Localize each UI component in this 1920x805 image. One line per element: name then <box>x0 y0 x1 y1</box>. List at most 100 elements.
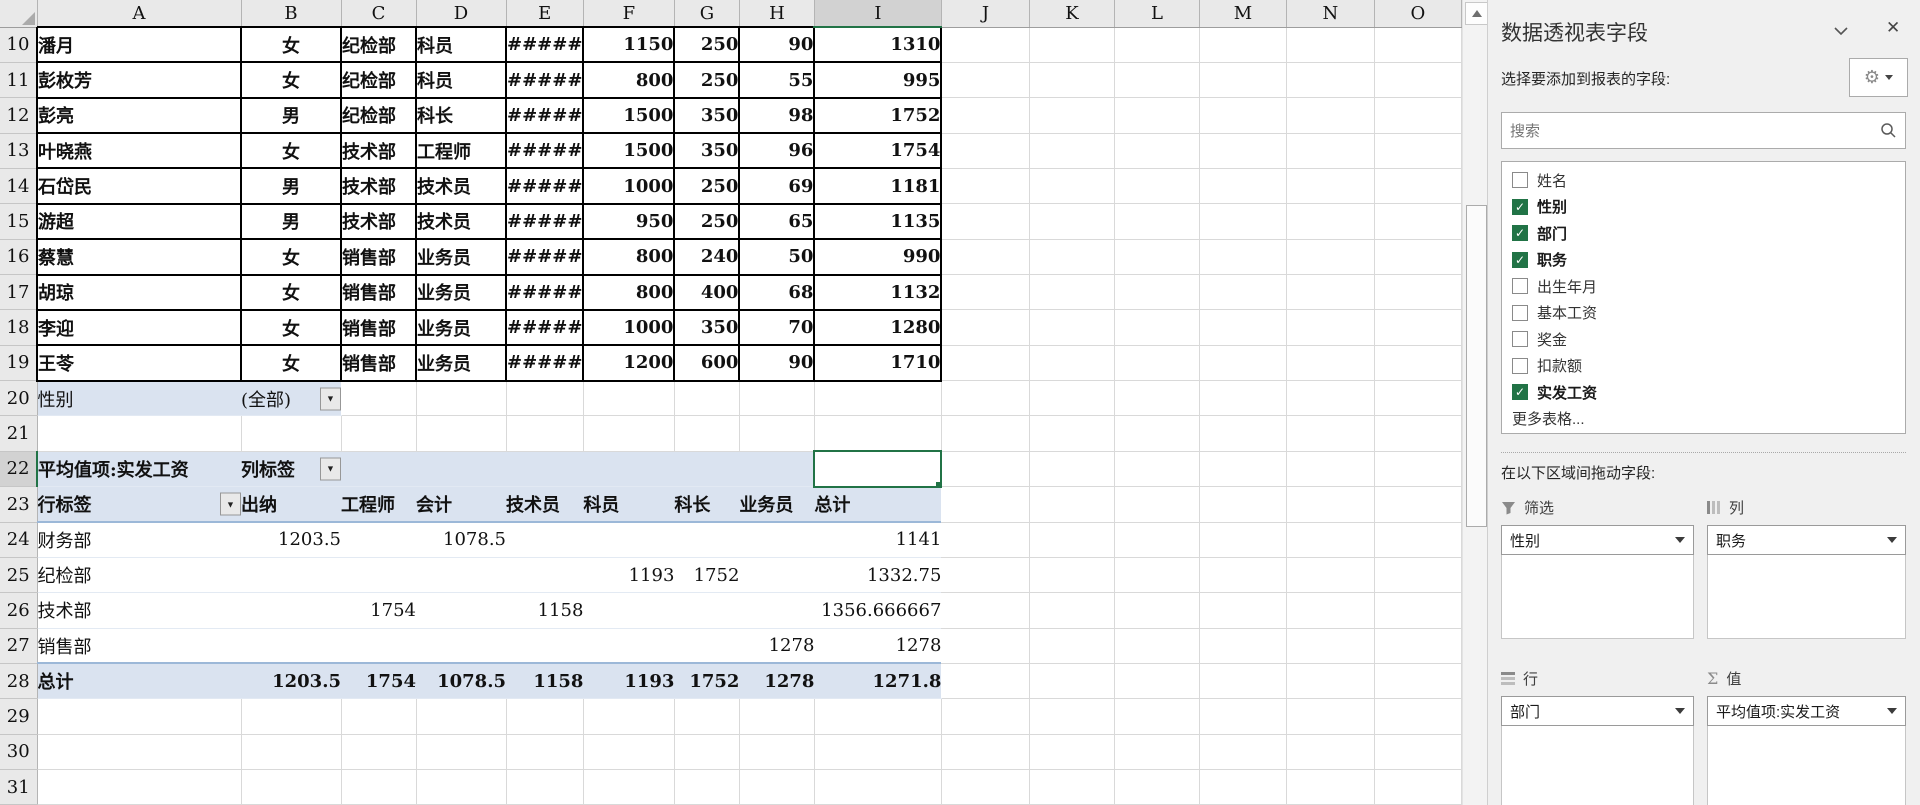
cell-M24[interactable] <box>1199 522 1286 557</box>
cell-J20[interactable] <box>941 381 1029 416</box>
row-header-22[interactable]: 22 <box>0 451 37 486</box>
cell-I30[interactable] <box>814 734 941 769</box>
cell-M21[interactable] <box>1199 416 1286 451</box>
row-header-14[interactable]: 14 <box>0 168 37 203</box>
cell-I28[interactable]: 1271.8 <box>814 663 941 698</box>
row-header-10[interactable]: 10 <box>0 27 37 62</box>
columns-well[interactable]: 职务 <box>1707 525 1906 639</box>
cell-B17[interactable]: 女 <box>241 275 341 310</box>
cell-J15[interactable] <box>941 204 1029 239</box>
cell-A19[interactable]: 王苓 <box>37 345 241 380</box>
cell-J17[interactable] <box>941 275 1029 310</box>
cell-M19[interactable] <box>1199 345 1286 380</box>
field-item[interactable]: 实发工资 <box>1502 379 1905 406</box>
more-tables-link[interactable]: 更多表格... <box>1502 406 1905 432</box>
cell-H19[interactable]: 90 <box>739 345 814 380</box>
field-checkbox[interactable] <box>1512 252 1528 268</box>
cell-N22[interactable] <box>1286 451 1374 486</box>
cell-D12[interactable]: 科长 <box>416 98 506 133</box>
cell-F28[interactable]: 1193 <box>583 663 674 698</box>
cell-G11[interactable]: 250 <box>674 62 739 97</box>
cell-B29[interactable] <box>241 699 341 734</box>
cell-H29[interactable] <box>739 699 814 734</box>
cell-N10[interactable] <box>1286 27 1374 62</box>
cell-O22[interactable] <box>1374 451 1461 486</box>
cell-N14[interactable] <box>1286 168 1374 203</box>
cell-M14[interactable] <box>1199 168 1286 203</box>
field-checkbox[interactable] <box>1512 225 1528 241</box>
cell-O21[interactable] <box>1374 416 1461 451</box>
cell-J10[interactable] <box>941 27 1029 62</box>
cell-E26[interactable]: 1158 <box>506 593 583 628</box>
cell-D13[interactable]: 工程师 <box>416 133 506 168</box>
cell-I11[interactable]: 995 <box>814 62 941 97</box>
field-item[interactable]: 奖金 <box>1502 326 1905 353</box>
column-label-dropdown[interactable]: ▼ <box>320 457 341 480</box>
row-header-30[interactable]: 30 <box>0 734 37 769</box>
cell-C27[interactable] <box>341 628 416 663</box>
cell-I29[interactable] <box>814 699 941 734</box>
cell-O28[interactable] <box>1374 663 1461 698</box>
cell-H15[interactable]: 65 <box>739 204 814 239</box>
cell-C10[interactable]: 纪检部 <box>341 27 416 62</box>
select-all-corner[interactable] <box>0 0 37 27</box>
cell-C19[interactable]: 销售部 <box>341 345 416 380</box>
cell-L31[interactable] <box>1114 770 1199 805</box>
cell-K22[interactable] <box>1029 451 1114 486</box>
row-header-12[interactable]: 12 <box>0 98 37 133</box>
cell-E29[interactable] <box>506 699 583 734</box>
cell-I26[interactable]: 1356.666667 <box>814 593 941 628</box>
cell-I10[interactable]: 1310 <box>814 27 941 62</box>
cell-N23[interactable] <box>1286 487 1374 522</box>
cell-L15[interactable] <box>1114 204 1199 239</box>
cell-L13[interactable] <box>1114 133 1199 168</box>
cell-J30[interactable] <box>941 734 1029 769</box>
cell-J28[interactable] <box>941 663 1029 698</box>
cell-C16[interactable]: 销售部 <box>341 239 416 274</box>
cell-D20[interactable] <box>416 381 506 416</box>
cell-L18[interactable] <box>1114 310 1199 345</box>
cell-J14[interactable] <box>941 168 1029 203</box>
cell-F23[interactable]: 科员 <box>583 487 674 522</box>
cell-G24[interactable] <box>674 522 739 557</box>
cell-G18[interactable]: 350 <box>674 310 739 345</box>
cell-K20[interactable] <box>1029 381 1114 416</box>
cell-A30[interactable] <box>37 734 241 769</box>
cell-C31[interactable] <box>341 770 416 805</box>
cell-L20[interactable] <box>1114 381 1199 416</box>
cell-F16[interactable]: 800 <box>583 239 674 274</box>
row-header-19[interactable]: 19 <box>0 345 37 380</box>
cell-L16[interactable] <box>1114 239 1199 274</box>
cell-C17[interactable]: 销售部 <box>341 275 416 310</box>
cell-F21[interactable] <box>583 416 674 451</box>
cell-B27[interactable] <box>241 628 341 663</box>
fill-handle[interactable] <box>935 481 941 487</box>
cell-N16[interactable] <box>1286 239 1374 274</box>
cell-K26[interactable] <box>1029 593 1114 628</box>
row-header-23[interactable]: 23 <box>0 487 37 522</box>
cell-D25[interactable] <box>416 557 506 592</box>
cell-E12[interactable]: ##### <box>506 98 583 133</box>
cell-D28[interactable]: 1078.5 <box>416 663 506 698</box>
cell-F11[interactable]: 800 <box>583 62 674 97</box>
cell-K21[interactable] <box>1029 416 1114 451</box>
cell-H16[interactable]: 50 <box>739 239 814 274</box>
cell-B16[interactable]: 女 <box>241 239 341 274</box>
cell-O13[interactable] <box>1374 133 1461 168</box>
cell-O23[interactable] <box>1374 487 1461 522</box>
cell-O20[interactable] <box>1374 381 1461 416</box>
cell-D31[interactable] <box>416 770 506 805</box>
cell-H31[interactable] <box>739 770 814 805</box>
cell-M12[interactable] <box>1199 98 1286 133</box>
search-input[interactable]: 搜索 <box>1501 112 1906 149</box>
cell-B20[interactable]: (全部)▼ <box>241 381 341 416</box>
cell-A12[interactable]: 彭亮 <box>37 98 241 133</box>
cell-C18[interactable]: 销售部 <box>341 310 416 345</box>
cell-E20[interactable] <box>506 381 583 416</box>
cell-O10[interactable] <box>1374 27 1461 62</box>
cell-A25[interactable]: 纪检部 <box>37 557 241 592</box>
cell-J13[interactable] <box>941 133 1029 168</box>
cell-K25[interactable] <box>1029 557 1114 592</box>
cell-A26[interactable]: 技术部 <box>37 593 241 628</box>
cell-J23[interactable] <box>941 487 1029 522</box>
